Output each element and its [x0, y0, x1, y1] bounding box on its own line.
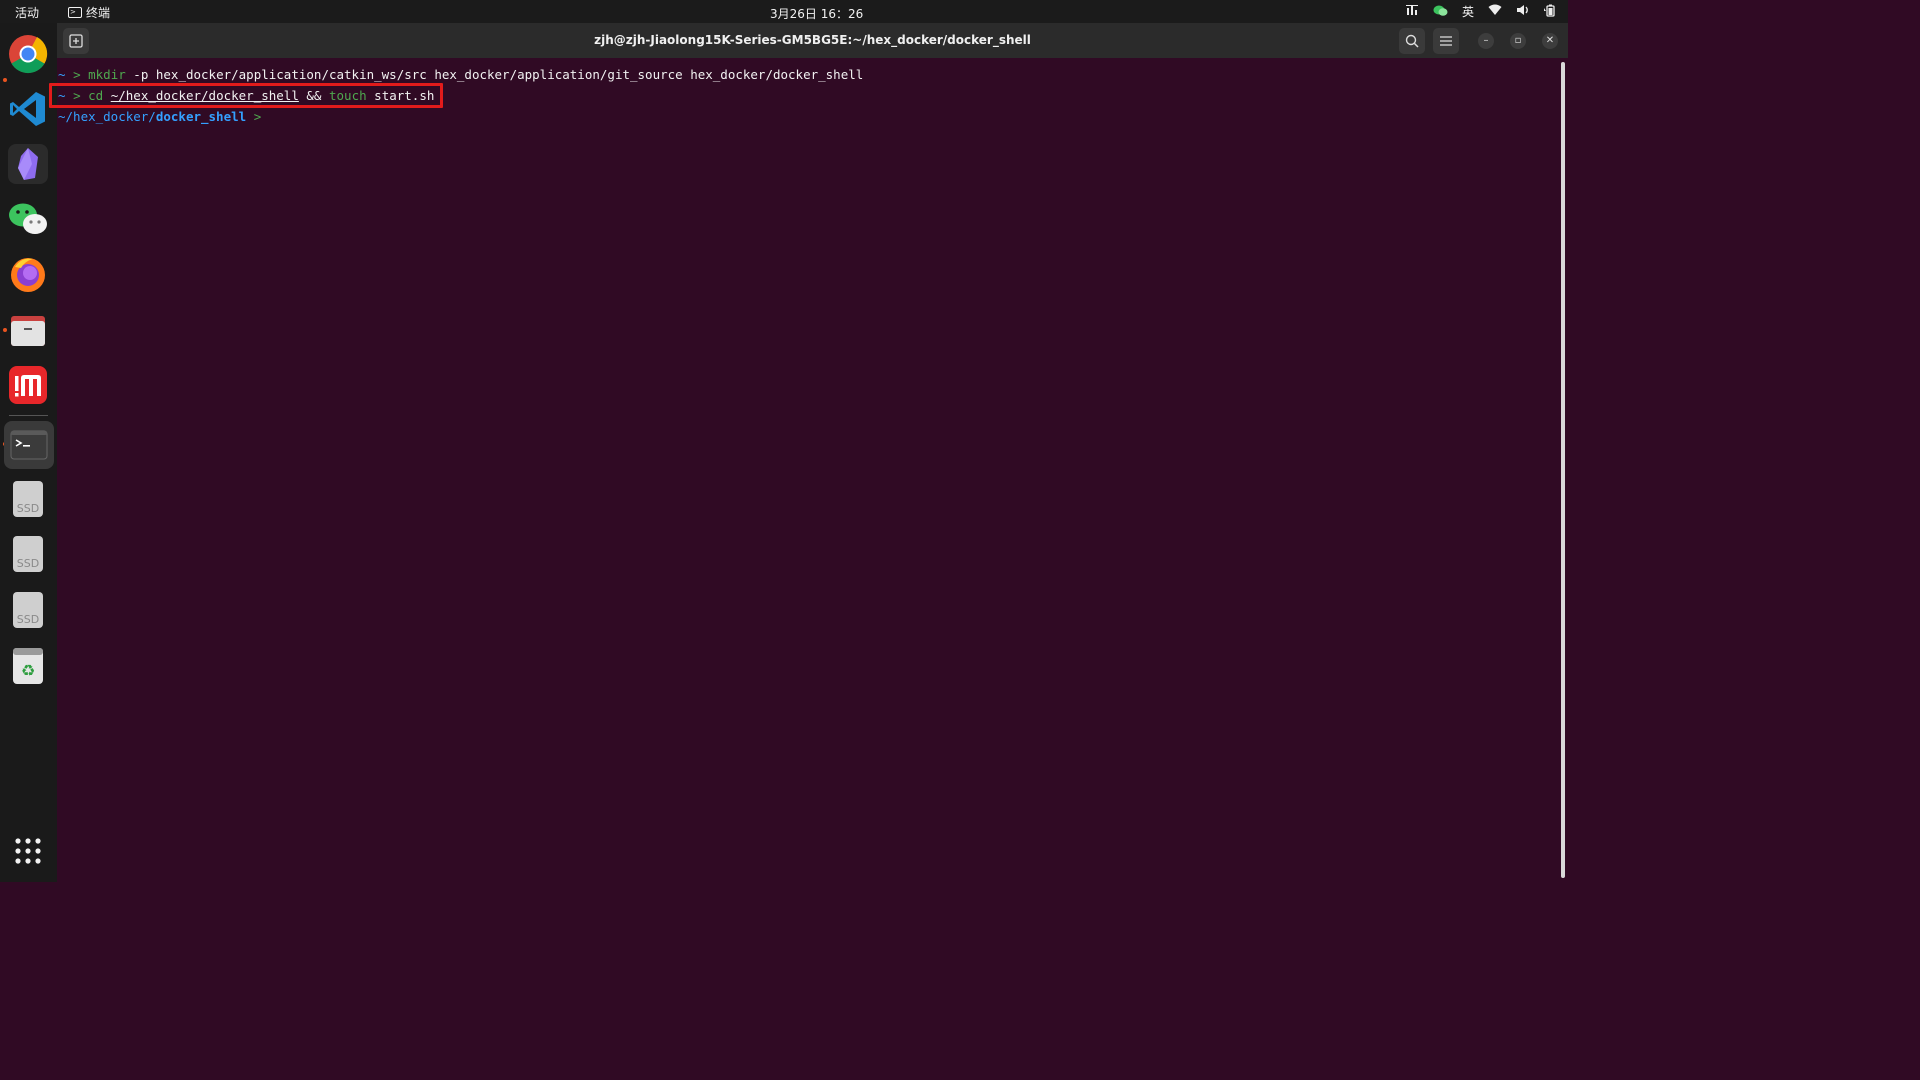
prompt-arrow: > — [253, 109, 262, 124]
system-tray: 英 — [1405, 3, 1556, 20]
prompt-current-dir: docker_shell — [155, 109, 247, 124]
show-apps-icon[interactable] — [8, 831, 48, 871]
ssd-drive-icon[interactable]: SSD — [8, 479, 48, 519]
terminal-icon[interactable] — [4, 421, 54, 469]
prompt-arrow: > — [73, 67, 81, 82]
terminal-window: zjh@zjh-Jiaolong15K-Series-GM5BG5E:~/hex… — [57, 23, 1568, 882]
vscode-icon[interactable] — [8, 89, 48, 129]
files-icon[interactable] — [8, 310, 48, 350]
terminal-app-icon: > — [68, 7, 82, 18]
obsidian-icon[interactable] — [8, 144, 48, 184]
terminal-output[interactable]: ~ > mkdir -p hex_docker/application/catk… — [57, 60, 1557, 882]
input-method-indicator[interactable]: 英 — [1462, 3, 1474, 20]
app-center-icon[interactable] — [8, 365, 48, 405]
wifi-icon[interactable] — [1488, 4, 1502, 19]
network-monitor-icon[interactable] — [1405, 4, 1419, 19]
clock[interactable]: 3月26日 16：26 — [770, 5, 863, 22]
close-button[interactable]: ✕ — [1542, 33, 1558, 49]
annotation-highlight-box — [49, 83, 443, 108]
command: mkdir — [88, 67, 126, 82]
dock: SSD SSD SSD ♻ — [0, 23, 57, 882]
svg-text:SSD: SSD — [17, 613, 39, 626]
search-button[interactable] — [1399, 28, 1425, 54]
prompt-path: ~/hex_docker/ — [58, 109, 156, 124]
battery-icon[interactable] — [1544, 4, 1556, 20]
wechat-tray-icon[interactable] — [1433, 4, 1448, 20]
ssd-drive-icon[interactable]: SSD — [8, 534, 48, 574]
running-indicator — [3, 328, 7, 332]
chrome-icon[interactable] — [8, 34, 48, 74]
window-title: zjh@zjh-Jiaolong15K-Series-GM5BG5E:~/hex… — [594, 33, 1031, 47]
top-bar: 活动 > 终端 3月26日 16：26 英 — [0, 0, 1568, 23]
terminal-line: ~ > mkdir -p hex_docker/application/catk… — [58, 67, 863, 82]
restore-button[interactable]: ▫ — [1510, 33, 1526, 49]
terminal-line: ~/hex_docker/docker_shell > — [58, 109, 261, 124]
minimize-button[interactable]: – — [1478, 33, 1494, 49]
header-bar: zjh@zjh-Jiaolong15K-Series-GM5BG5E:~/hex… — [57, 23, 1568, 58]
app-menu-label: 终端 — [86, 6, 111, 20]
volume-icon[interactable] — [1516, 4, 1530, 19]
menu-button[interactable] — [1433, 28, 1459, 54]
scrollbar[interactable] — [1561, 62, 1565, 878]
trash-icon[interactable]: ♻ — [8, 646, 48, 686]
svg-text:SSD: SSD — [17, 557, 39, 570]
app-menu[interactable]: > 终端 — [68, 4, 110, 21]
dock-separator — [9, 415, 48, 416]
firefox-icon[interactable] — [8, 254, 48, 294]
activities-button[interactable]: 活动 — [15, 4, 39, 21]
ssd-drive-icon[interactable]: SSD — [8, 590, 48, 630]
prompt-path: ~ — [58, 67, 66, 82]
running-indicator — [3, 78, 7, 82]
command-args: -p hex_docker/application/catkin_ws/src … — [133, 67, 864, 82]
svg-text:SSD: SSD — [17, 502, 39, 515]
wechat-icon[interactable] — [8, 199, 48, 239]
svg-text:♻: ♻ — [21, 661, 35, 680]
